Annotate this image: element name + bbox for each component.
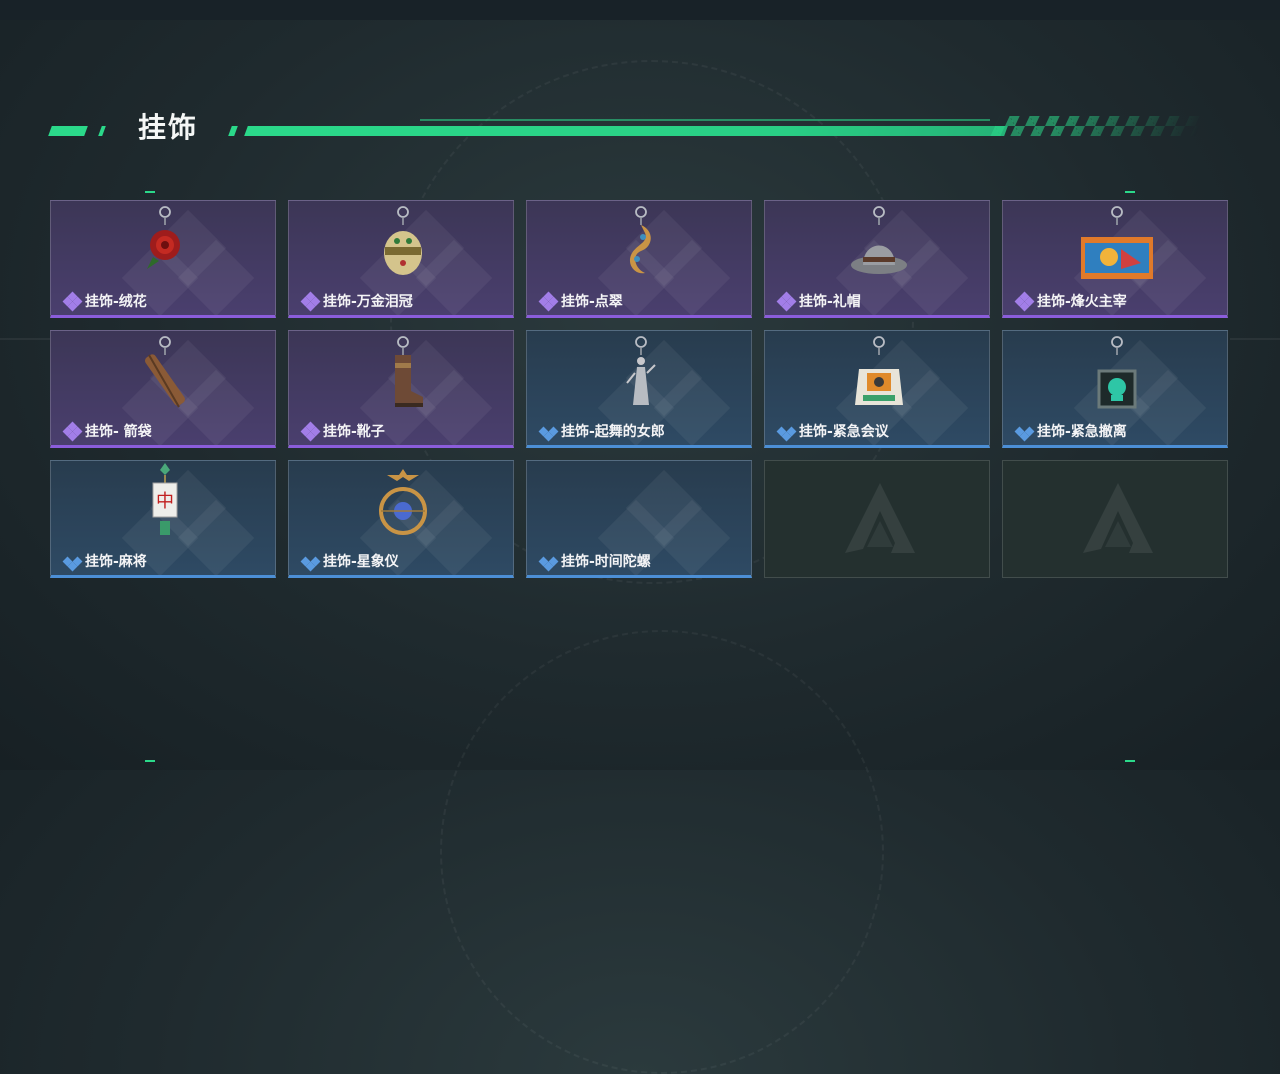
charm-card[interactable]: 挂饰-礼帽	[764, 200, 990, 318]
charm-label: 挂饰-靴子	[300, 421, 385, 442]
phoenix-charm-icon	[629, 206, 651, 274]
robot-charm-icon	[855, 336, 903, 405]
hat-charm-icon	[851, 206, 907, 274]
boot-charm-icon	[395, 336, 423, 407]
rarity-diamond-icon	[62, 421, 83, 442]
charm-card[interactable]: 挂饰-起舞的女郎	[526, 330, 752, 448]
empty-slot-logo-icon	[845, 483, 915, 553]
quiver-charm-icon	[145, 336, 185, 408]
header-accent-bar	[98, 126, 106, 136]
svg-text:中: 中	[156, 491, 174, 512]
side-line-right	[1230, 338, 1280, 340]
charm-name: 挂饰-绒花	[85, 294, 147, 310]
charm-card[interactable]: 挂饰-靴子	[288, 330, 514, 448]
rarity-diamond-icon	[538, 553, 559, 572]
top-bar	[0, 0, 1280, 20]
charm-card[interactable]: 挂饰-时间陀螺	[526, 460, 752, 578]
frame-charm-icon	[1097, 336, 1137, 409]
charm-label: 挂饰-时间陀螺	[538, 551, 651, 572]
mahjong-charm-icon: 中	[152, 463, 178, 535]
rarity-diamond-icon	[300, 291, 321, 312]
charm-label: 挂饰-紧急撤离	[1014, 421, 1127, 442]
rose-charm-icon	[147, 206, 180, 269]
corner-tick	[1125, 760, 1135, 762]
charm-card[interactable]: 中挂饰-麻将	[50, 460, 276, 578]
header-line	[244, 126, 1008, 136]
rarity-diamond-icon	[776, 423, 797, 442]
charm-label: 挂饰- 箭袋	[62, 421, 152, 442]
dancer-charm-icon	[626, 336, 656, 405]
background-ring-lower	[440, 630, 884, 1074]
rarity-diamond-icon	[62, 291, 83, 312]
corner-tick	[145, 760, 155, 762]
charm-label: 挂饰-万金泪冠	[300, 291, 413, 312]
charm-name: 挂饰-万金泪冠	[323, 294, 413, 310]
rarity-diamond-icon	[300, 553, 321, 572]
charm-label: 挂饰-礼帽	[776, 291, 861, 312]
charm-name: 挂饰-星象仪	[323, 554, 399, 570]
charm-label: 挂饰-起舞的女郎	[538, 421, 665, 442]
rarity-diamond-icon	[300, 421, 321, 442]
charm-name: 挂饰-靴子	[323, 424, 385, 440]
empty-slot-logo-icon	[1083, 483, 1153, 553]
charm-label: 挂饰-点翠	[538, 291, 623, 312]
section-header: 挂饰	[0, 110, 1280, 150]
header-thin-line	[420, 119, 990, 121]
jeweled-box-charm-icon	[384, 206, 422, 275]
charm-label: 挂饰-紧急会议	[776, 421, 889, 442]
empty-charm-slot[interactable]	[764, 460, 990, 578]
charm-card[interactable]: 挂饰-紧急撤离	[1002, 330, 1228, 448]
side-line-left	[0, 338, 50, 340]
header-accent-bar	[48, 126, 88, 136]
corner-tick	[1125, 191, 1135, 193]
charm-card[interactable]: 挂饰-万金泪冠	[288, 200, 514, 318]
charm-card[interactable]: 挂饰-星象仪	[288, 460, 514, 578]
rarity-diamond-icon	[776, 291, 797, 312]
rarity-diamond-icon	[62, 553, 83, 572]
rarity-diamond-icon	[538, 423, 559, 442]
charm-name: 挂饰-时间陀螺	[561, 554, 651, 570]
rarity-diamond-icon	[1014, 423, 1035, 442]
charm-card[interactable]: 挂饰-绒花	[50, 200, 276, 318]
astrolabe-charm-icon	[379, 469, 427, 535]
charm-name: 挂饰- 箭袋	[85, 424, 152, 440]
charm-card[interactable]: 挂饰- 箭袋	[50, 330, 276, 448]
charm-card[interactable]: 挂饰-点翠	[526, 200, 752, 318]
header-checker-pattern	[990, 116, 1205, 136]
charm-name: 挂饰-起舞的女郎	[561, 424, 665, 440]
charm-card[interactable]: 挂饰-烽火主宰	[1002, 200, 1228, 318]
charm-name: 挂饰-礼帽	[799, 294, 861, 310]
charm-name: 挂饰-麻将	[85, 554, 147, 570]
corner-tick	[145, 191, 155, 193]
rarity-diamond-icon	[538, 291, 559, 312]
banner-charm-icon	[1081, 206, 1153, 279]
charm-grid: 挂饰-绒花 挂饰-万金泪冠 挂饰-点翠 挂饰-礼帽 挂饰-烽火主宰挂饰- 箭袋 挂饰-靴子…	[50, 200, 1230, 580]
charm-label: 挂饰-麻将	[62, 551, 147, 572]
rarity-diamond-icon	[1014, 291, 1035, 312]
charm-name: 挂饰-烽火主宰	[1037, 294, 1127, 310]
charm-name: 挂饰-紧急会议	[799, 424, 889, 440]
charm-name: 挂饰-点翠	[561, 294, 623, 310]
page-title: 挂饰	[138, 111, 199, 144]
charm-name: 挂饰-紧急撤离	[1037, 424, 1127, 440]
charm-label: 挂饰-星象仪	[300, 551, 399, 572]
charm-label: 挂饰-烽火主宰	[1014, 291, 1127, 312]
empty-charm-slot[interactable]	[1002, 460, 1228, 578]
charm-label: 挂饰-绒花	[62, 291, 147, 312]
charm-card[interactable]: 挂饰-紧急会议	[764, 330, 990, 448]
header-accent-bar	[228, 126, 238, 136]
